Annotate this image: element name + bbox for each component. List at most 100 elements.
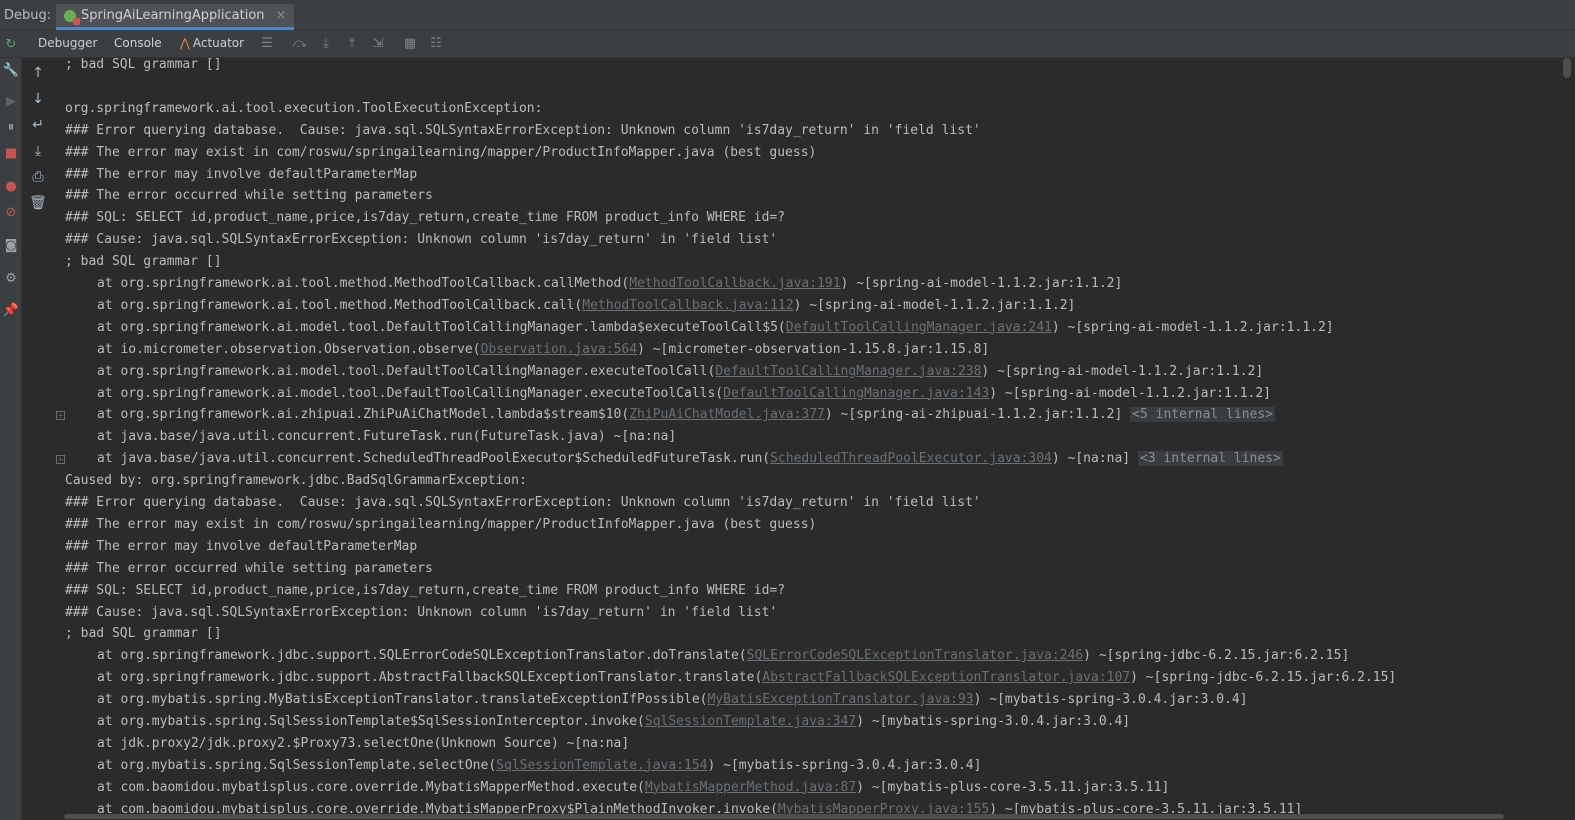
console-line: ; bad SQL grammar [] (65, 251, 222, 273)
debug-titlebar: Debug: SpringAiLearningApplication × (0, 0, 1575, 30)
frame-jar-info: ) ~[mybatis-plus-core-3.5.11.jar:3.5.11] (856, 779, 1170, 795)
source-link[interactable]: MyBatisExceptionTranslator.java:93 (707, 692, 973, 707)
stack-trace-line: at io.micrometer.observation.Observation… (97, 339, 989, 361)
console-line-text: ### The error may involve defaultParamet… (65, 166, 418, 182)
frame-text: at org.mybatis.spring.SqlSessionTemplate… (97, 757, 497, 773)
console-line: Caused by: org.springframework.jdbc.BadS… (65, 470, 535, 492)
layout-icon[interactable]: ☰ (258, 35, 276, 53)
source-link[interactable]: SqlSessionTemplate.java:154 (496, 758, 707, 773)
wrench-icon[interactable]: 🔧 (2, 62, 20, 80)
run-to-cursor-icon[interactable]: ⇲ (369, 35, 387, 53)
console-line-text: ### The error may exist in com/roswu/spr… (65, 144, 817, 160)
console-line-text: ### The error occurred while setting par… (65, 560, 433, 576)
stop-icon[interactable]: ■ (2, 145, 20, 163)
spring-boot-icon (64, 9, 80, 25)
fold-toggle-icon[interactable]: + (56, 455, 65, 465)
run-config-tab[interactable]: SpringAiLearningApplication × (56, 4, 295, 30)
debug-label: Debug: (4, 8, 52, 23)
vertical-scrollbar[interactable] (1559, 58, 1575, 820)
frame-text: at java.base/java.util.concurrent.Future… (97, 429, 677, 445)
console-line: ### The error occurred while setting par… (65, 558, 433, 580)
mute-breakpoints-icon[interactable]: ⊘ (2, 204, 20, 222)
console-line: ### Error querying database. Cause: java… (65, 492, 981, 514)
source-link[interactable]: ZhiPuAiChatModel.java:377 (629, 407, 825, 422)
stack-trace-line: at java.base/java.util.concurrent.Schedu… (97, 448, 1283, 470)
fold-toggle-icon[interactable]: + (56, 411, 65, 421)
stack-trace-line: at org.springframework.ai.tool.method.Me… (97, 295, 1075, 317)
soft-wrap-icon[interactable]: ↵ (29, 116, 47, 134)
frame-text: at org.springframework.ai.model.tool.Def… (97, 319, 786, 335)
console-line-text: ### The error occurred while setting par… (65, 188, 433, 204)
source-link[interactable]: SqlSessionTemplate.java:347 (645, 714, 856, 729)
stack-trace-line: at jdk.proxy2/jdk.proxy2.$Proxy73.select… (97, 733, 629, 755)
source-link[interactable]: AbstractFallbackSQLExceptionTranslator.j… (762, 670, 1130, 685)
settings-icon[interactable]: ⚙ (2, 270, 20, 288)
evaluate-icon[interactable]: ▦ (401, 35, 419, 53)
tab-console[interactable]: Console (114, 36, 162, 50)
frame-jar-info: ) ~[spring-ai-model-1.1.2.jar:1.1.2] (1051, 319, 1334, 335)
rerun-icon[interactable]: ↻ (2, 36, 20, 54)
step-into-icon[interactable]: ⤓ (317, 35, 335, 53)
vertical-scroll-thumb[interactable] (1563, 58, 1571, 78)
console-line-text: ### SQL: SELECT id,product_name,price,is… (65, 582, 786, 598)
close-icon[interactable]: × (276, 8, 287, 23)
stack-trace-line: at org.springframework.ai.model.tool.Def… (97, 317, 1334, 339)
source-link[interactable]: MethodToolCallback.java:112 (582, 298, 793, 313)
scroll-to-end-icon[interactable]: ⤓ (29, 142, 47, 160)
console-line: ### SQL: SELECT id,product_name,price,is… (65, 207, 785, 229)
source-link[interactable]: MybatisMapperMethod.java:87 (645, 780, 856, 795)
source-link[interactable]: Observation.java:564 (481, 342, 638, 357)
frame-jar-info: ) ~[mybatis-spring-3.0.4.jar:3.0.4] (973, 692, 1248, 708)
source-link[interactable]: MethodToolCallback.java:191 (629, 276, 840, 291)
console-output[interactable]: ; bad SQL grammar [] org.springframework.… (54, 58, 1559, 820)
console-line: ### Cause: java.sql.SQLSyntaxErrorExcept… (65, 602, 777, 624)
tab-debugger[interactable]: Debugger (38, 36, 97, 50)
internal-lines-badge[interactable]: <5 internal lines> (1130, 407, 1276, 423)
console-line-text: ### Error querying database. Cause: java… (65, 122, 981, 138)
stack-trace-line: at org.springframework.ai.tool.method.Me… (97, 273, 1122, 295)
resume-icon[interactable]: ▶ (2, 93, 20, 111)
internal-lines-badge[interactable]: <3 internal lines> (1137, 451, 1283, 467)
stack-trace-line: at java.base/java.util.concurrent.Future… (97, 426, 676, 448)
frame-jar-info: ) ~[micrometer-observation-1.15.8.jar:1.… (637, 341, 990, 357)
console-actions-rail: ↑ ↓ ↵ ⤓ ⎙ 🗑 (22, 58, 54, 820)
frame-jar-info: ) ~[spring-ai-model-1.1.2.jar:1.1.2] (793, 297, 1076, 313)
console-line: ; bad SQL grammar [] (65, 623, 222, 645)
console-line: ### The error may involve defaultParamet… (65, 536, 417, 558)
debug-actions-rail: ↻ 🔧 ▶ ⏸ ■ ● ⊘ ◙ ⚙ 📌 (0, 37, 22, 820)
trace-icon[interactable]: ☷ (427, 35, 445, 53)
console-line-text: ### The error may exist in com/roswu/spr… (65, 516, 817, 532)
console-line: ### SQL: SELECT id,product_name,price,is… (65, 580, 785, 602)
down-arrow-icon[interactable]: ↓ (29, 90, 47, 108)
frame-jar-info: ) ~[spring-ai-model-1.1.2.jar:1.1.2] (981, 363, 1264, 379)
console-line: ### The error may exist in com/roswu/spr… (65, 514, 816, 536)
console-line-text: ; bad SQL grammar [] (65, 254, 222, 270)
clear-icon[interactable]: 🗑 (29, 194, 47, 212)
frame-jar-info: ) ~[mybatis-spring-3.0.4.jar:3.0.4] (856, 714, 1131, 729)
pin-icon[interactable]: 📌 (2, 302, 20, 320)
frame-text: at org.mybatis.spring.MyBatisExceptionTr… (97, 692, 708, 708)
up-arrow-icon[interactable]: ↑ (29, 64, 47, 82)
view-breakpoints-icon[interactable]: ● (2, 178, 20, 196)
source-link[interactable]: ScheduledThreadPoolExecutor.java:304 (770, 451, 1052, 466)
step-over-icon[interactable]: ⤼ (291, 35, 309, 53)
frame-jar-info: ) ~[spring-jdbc-6.2.15.jar:6.2.15] (1083, 648, 1350, 664)
pause-icon[interactable]: ⏸ (2, 119, 20, 137)
console-line-text: ### SQL: SELECT id,product_name,price,is… (65, 210, 786, 226)
source-link[interactable]: DefaultToolCallingManager.java:238 (715, 364, 981, 379)
source-link[interactable]: DefaultToolCallingManager.java:143 (723, 386, 989, 401)
tab-actuator[interactable]: ⋀ Actuator (180, 36, 244, 50)
console-line: ### The error may exist in com/roswu/spr… (65, 142, 816, 164)
camera-icon[interactable]: ◙ (2, 237, 20, 255)
source-link[interactable]: SQLErrorCodeSQLExceptionTranslator.java:… (747, 648, 1084, 663)
print-icon[interactable]: ⎙ (29, 168, 47, 186)
step-out-icon[interactable]: ⤒ (343, 35, 361, 53)
stack-trace-line: at org.mybatis.spring.SqlSessionTemplate… (97, 755, 981, 777)
source-link[interactable]: DefaultToolCallingManager.java:241 (786, 320, 1052, 335)
horizontal-scrollbar[interactable] (54, 812, 1559, 820)
horizontal-scroll-thumb[interactable] (64, 814, 1504, 819)
frame-text: at io.micrometer.observation.Observation… (97, 341, 481, 357)
frame-text: at org.springframework.ai.model.tool.Def… (97, 385, 724, 401)
frame-text: at org.springframework.jdbc.support.Abst… (97, 670, 763, 686)
actuator-icon: ⋀ (180, 36, 190, 50)
